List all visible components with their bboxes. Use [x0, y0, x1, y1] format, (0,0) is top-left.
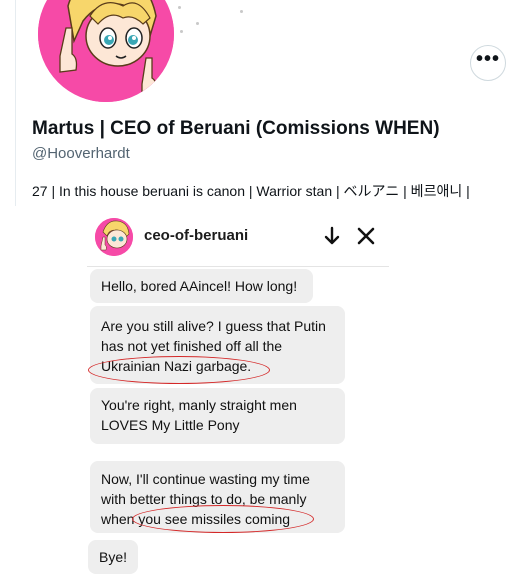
message-line: Now, I'll continue wasting my time — [101, 471, 310, 487]
chat-header: ceo-of-beruani — [87, 210, 389, 267]
message-line: You're right, manly straight men — [101, 397, 297, 413]
more-horizontal-icon: ••• — [475, 48, 500, 70]
close-icon — [357, 227, 375, 245]
arrow-down-icon — [324, 226, 340, 245]
message-line: has not yet finished off all the — [101, 338, 283, 354]
message-text: Bye! — [99, 549, 128, 565]
sparkle-decoration — [180, 30, 183, 33]
chat-avatar-illustration — [95, 218, 133, 256]
scroll-down-button[interactable] — [320, 224, 344, 248]
highlight-annotation-ellipse — [88, 356, 270, 384]
sparkle-decoration — [240, 10, 243, 13]
profile-display-name: Martus | CEO of Beruani (Comissions WHEN… — [32, 118, 440, 139]
message-line: Are you still alive? I guess that Putin — [101, 318, 326, 334]
close-chat-button[interactable] — [354, 224, 378, 248]
sparkle-decoration — [196, 22, 199, 25]
message-line: LOVES My Little Pony — [101, 417, 240, 433]
profile-bio: 27 | In this house beruani is canon | Wa… — [32, 183, 470, 199]
chat-message: Hello, bored AAincel! How long! — [90, 269, 313, 303]
chat-message: Bye! — [88, 540, 138, 574]
chat-message: You're right, manly straight men LOVES M… — [90, 388, 345, 444]
profile-avatar[interactable] — [34, 0, 178, 106]
more-options-button[interactable]: ••• — [470, 45, 506, 81]
profile-handle: @Hooverhardt — [32, 145, 130, 162]
profile-left-border — [15, 0, 16, 206]
sparkle-decoration — [178, 6, 181, 9]
chat-username: ceo-of-beruani — [144, 227, 249, 244]
highlight-annotation-ellipse — [132, 505, 314, 533]
anime-avatar-illustration — [38, 0, 174, 102]
message-text: Hello, bored AAincel! How long! — [101, 278, 298, 294]
chat-avatar[interactable] — [95, 218, 133, 256]
